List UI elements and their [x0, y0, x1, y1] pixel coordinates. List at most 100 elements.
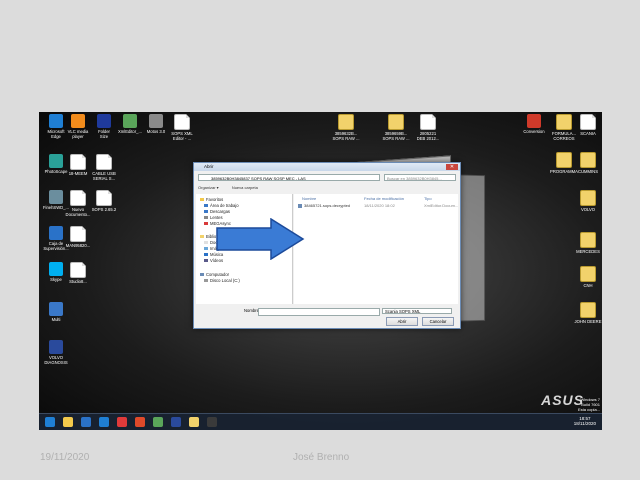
music-icon	[204, 253, 208, 257]
taskbar-app-icon[interactable]	[207, 417, 217, 427]
shortcut-icon	[97, 114, 111, 128]
desktop-shortcut[interactable]: 2805221 DEB 2012...	[411, 114, 445, 141]
desktop-shortcut[interactable]: 3859659B... SOPS RAW ...	[379, 114, 413, 141]
filename-input[interactable]	[258, 308, 380, 316]
shortcut-icon	[70, 190, 86, 206]
nav-local-disk[interactable]: Disco Local (C:)	[204, 278, 240, 283]
shortcut-label: Conversion	[523, 129, 545, 134]
shortcut-icon	[338, 114, 354, 130]
desktop-shortcut[interactable]: CNH	[571, 266, 602, 288]
dialog-title-bar: Abrir ✕	[194, 163, 460, 171]
desktop-shortcut[interactable]: VOLVO	[571, 190, 602, 212]
clock[interactable]: 18:57 18/11/2020	[574, 416, 596, 426]
shortcut-icon	[70, 226, 86, 242]
shortcut-label: VOLVO DIAGNOSIS	[44, 355, 68, 365]
shortcut-icon	[556, 114, 572, 130]
desktop-shortcut[interactable]: Multi	[39, 302, 73, 322]
footer-author: José Brenno	[293, 452, 350, 463]
shortcut-icon	[580, 152, 596, 168]
mega-icon	[204, 222, 208, 226]
desktop-shortcut[interactable]: SCANIA	[571, 114, 602, 136]
dialog-title: Abrir	[204, 164, 214, 169]
filetype-select[interactable]: Scania SOPS XML	[382, 308, 452, 314]
desktop-shortcut[interactable]: CUMMINS	[571, 152, 602, 174]
shortcut-icon	[420, 114, 436, 130]
desktop-shortcut[interactable]: MAN95820...	[61, 226, 95, 248]
taskbar-app-icon[interactable]	[171, 417, 181, 427]
taskbar: 18:57 18/11/2020	[39, 413, 602, 430]
column-type[interactable]: Tipo	[424, 196, 432, 201]
shortcut-label: 3859659B... SOPS RAW ...	[382, 131, 410, 141]
shortcut-icon	[96, 154, 112, 170]
shortcut-label: Studio8...	[69, 279, 87, 284]
open-button[interactable]: Abrir	[386, 317, 418, 326]
xml-file-icon	[298, 204, 302, 208]
file-list: Nombre Fecha de modificación Tipo 384657…	[294, 194, 458, 304]
shortcut-label: MERCEDES	[576, 249, 600, 254]
arrow-annotation-icon	[216, 218, 305, 260]
taskbar-app-icon[interactable]	[45, 417, 55, 427]
shortcut-label: Multi	[51, 317, 61, 322]
shortcut-label: CNH	[583, 283, 593, 288]
shortcut-icon	[580, 114, 596, 130]
desktop-shortcut[interactable]: MERCEDES	[571, 232, 602, 254]
taskbar-app-icon[interactable]	[189, 417, 199, 427]
windows-build-text: Windows 7 Build 7601 Esta copia...	[577, 397, 600, 412]
desktop-shortcut[interactable]: VOLVO DIAGNOSIS	[39, 340, 73, 365]
desktop-shortcut[interactable]: 3859632B... SOPS RAW ...	[329, 114, 363, 141]
shortcut-label: MAN95820...	[65, 243, 91, 248]
column-date[interactable]: Fecha de modificación	[364, 196, 404, 201]
desktop-shortcut[interactable]: CABLE USB SERIAL S...	[87, 154, 121, 181]
shortcut-icon	[70, 154, 86, 170]
library-icon	[200, 235, 204, 239]
shortcut-label: JOHN DEERE	[574, 319, 602, 324]
taskbar-app-icon[interactable]	[153, 417, 163, 427]
nav-downloads[interactable]: Descargas	[204, 209, 230, 214]
video-icon	[204, 259, 208, 263]
shortcut-label: CUMMINS	[577, 169, 598, 174]
taskbar-app-icon[interactable]	[117, 417, 127, 427]
desktop-shortcut[interactable]: SOPS XML Editor - ...	[165, 114, 199, 141]
file-name: 38465721.sops.decrypted	[304, 203, 351, 208]
close-button[interactable]: ✕	[446, 164, 458, 170]
shortcut-icon	[527, 114, 541, 128]
star-icon	[200, 198, 204, 202]
new-folder-button[interactable]: Nueva carpeta	[232, 185, 258, 190]
desktop-shortcut[interactable]: JOHN DEERE	[571, 302, 602, 324]
desktop-shortcut[interactable]: SOPS 2.65.2	[87, 190, 121, 212]
shortcut-icon	[174, 114, 190, 130]
taskbar-app-icon[interactable]	[99, 417, 109, 427]
clock-date: 18/11/2020	[573, 421, 596, 426]
shortcut-icon	[580, 302, 596, 318]
taskbar-app-icon[interactable]	[81, 417, 91, 427]
nav-favorites[interactable]: Favoritos	[200, 197, 223, 202]
shortcut-icon	[149, 114, 163, 128]
shortcut-icon	[49, 302, 63, 316]
disk-icon	[204, 279, 208, 283]
search-input[interactable]: Buscar en 3859632B0H3845...	[384, 174, 456, 181]
cancel-button[interactable]: Cancelar	[422, 317, 454, 326]
shortcut-label: SOPS XML Editor - ...	[171, 131, 193, 141]
desktop-shortcut[interactable]: Studio8...	[61, 262, 95, 284]
address-bar[interactable]: 3859632B0H3845837 SOPS RAW SOSP MEC - LA…	[198, 174, 380, 181]
documents-icon	[204, 241, 208, 245]
folder-icon	[204, 216, 208, 220]
taskbar-app-icon[interactable]	[63, 417, 73, 427]
nav-computer[interactable]: Computador	[200, 272, 229, 277]
file-row[interactable]: 38465721.sops.decrypted 18/11/2020 18:02…	[298, 203, 458, 209]
shortcut-icon	[556, 152, 572, 168]
shortcut-label: VOLVO	[580, 207, 596, 212]
computer-icon	[200, 273, 204, 277]
taskbar-app-icon[interactable]	[135, 417, 145, 427]
shortcut-icon	[580, 190, 596, 206]
downloads-icon	[204, 210, 208, 214]
desktop-shortcut[interactable]: Conversion	[517, 114, 551, 134]
shortcut-label: SCANIA	[580, 131, 596, 136]
shortcut-icon	[580, 232, 596, 248]
nav-desktop[interactable]: Área de trabajo	[204, 203, 239, 208]
column-name[interactable]: Nombre	[302, 196, 316, 201]
shortcut-label: CABLE USB SERIAL S...	[92, 171, 116, 181]
shortcut-icon	[123, 114, 137, 128]
organize-button[interactable]: Organizar ▾	[198, 185, 219, 190]
shortcut-label: 2805221 DEB 2012...	[416, 131, 440, 141]
